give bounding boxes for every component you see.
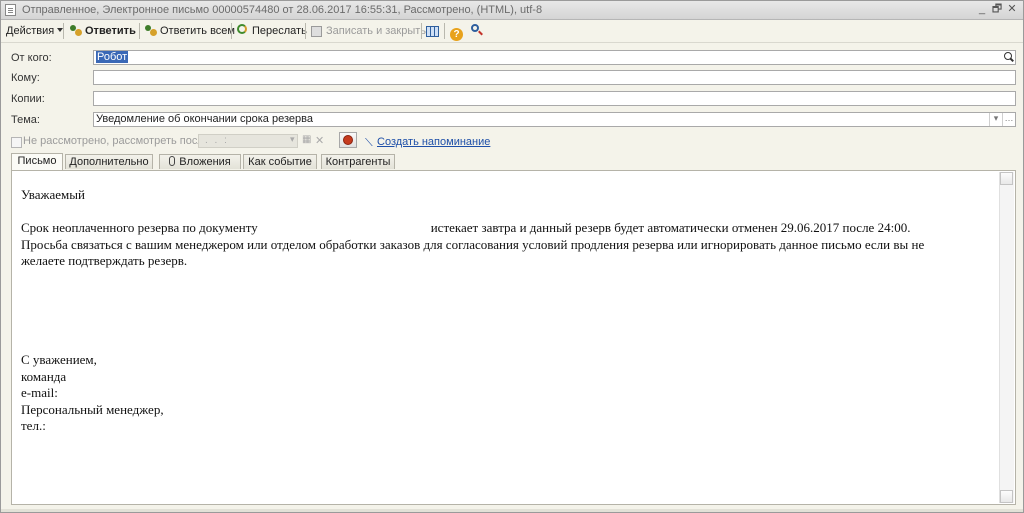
reply-all-label: Ответить всем <box>160 25 235 37</box>
letter-greeting: Уважаемый <box>21 187 85 202</box>
forward-button[interactable]: Переслать <box>236 23 307 39</box>
tab-counterparties[interactable]: Контрагенты <box>321 154 395 169</box>
from-label: От кого: <box>11 52 52 64</box>
bottom-border <box>1 509 1023 512</box>
signature-line-4: Персональный менеджер, <box>21 401 164 417</box>
find-button[interactable] <box>470 23 486 39</box>
letter-body: Уважаемый Срок неоплаченного резерва по … <box>21 187 996 435</box>
cc-field[interactable] <box>93 91 1016 106</box>
close-button[interactable]: ✕ <box>1005 3 1019 16</box>
date-dropdown-icon[interactable]: ▾ <box>290 134 295 145</box>
save-close-button[interactable]: Записать и закрыть <box>311 23 426 39</box>
search-icon[interactable] <box>1002 51 1015 64</box>
toolbar-separator <box>305 23 306 39</box>
toolbar-separator <box>421 23 422 39</box>
subject-value: Уведомление об окончании срока резерва <box>96 113 313 125</box>
cc-label: Копии: <box>11 93 45 105</box>
signature-line-3: e-mail: <box>21 385 58 400</box>
reply-label: Ответить <box>85 25 136 37</box>
reminder-label: Не рассмотрено, рассмотреть после: <box>23 135 213 147</box>
tab-letter[interactable]: Письмо <box>11 153 63 170</box>
email-window: Отправленное, Электронное письмо 0000057… <box>0 0 1024 513</box>
letter-line-3: желаете подтверждать резерв. <box>21 253 188 268</box>
table-icon <box>426 26 439 37</box>
toolbar-separator <box>139 23 140 39</box>
document-icon <box>5 4 16 16</box>
letter-line-1a: Срок неоплаченного резерва по документу <box>21 220 258 235</box>
from-field[interactable]: Робот <box>93 50 1016 65</box>
letter-line-1: Срок неоплаченного резерва по документу и… <box>21 220 996 237</box>
title-bar: Отправленное, Электронное письмо 0000057… <box>1 1 1023 20</box>
signature-line-2: команда <box>21 368 67 384</box>
scroll-up-button[interactable] <box>1000 172 1013 185</box>
create-reminder-link[interactable]: ⟍ Создать напоминание <box>365 136 491 149</box>
signature-line-5: тел.: <box>21 418 46 433</box>
tab-additional[interactable]: Дополнительно <box>65 154 153 169</box>
calendar-icon[interactable]: ▦ <box>302 134 311 145</box>
to-field[interactable] <box>93 70 1016 85</box>
scroll-down-button[interactable] <box>1000 490 1013 503</box>
actions-label: Действия <box>6 25 55 37</box>
tab-attachments[interactable]: Вложения <box>159 154 241 169</box>
subject-label: Тема: <box>11 114 40 126</box>
letter-line-2: Просьба связаться с вашим менеджером или… <box>21 236 925 252</box>
toolbar-separator <box>63 23 64 39</box>
forward-icon <box>236 23 250 37</box>
more-icon[interactable]: … <box>1002 113 1015 126</box>
restore-button[interactable]: 🗗 <box>990 3 1004 16</box>
minimize-button[interactable]: _ <box>975 3 989 16</box>
subject-field[interactable]: Уведомление об окончании срока резерва ▾… <box>93 112 1016 127</box>
actions-menu[interactable]: Действия <box>6 23 64 39</box>
reply-icon <box>69 23 83 37</box>
reply-all-icon <box>144 23 158 37</box>
forward-label: Переслать <box>252 25 307 37</box>
help-button[interactable]: ? <box>450 23 465 41</box>
toolbar-separator <box>444 23 445 39</box>
from-value: Робот <box>96 51 129 63</box>
create-reminder-label: Создать напоминание <box>377 136 491 148</box>
to-label: Кому: <box>11 72 40 84</box>
window-title: Отправленное, Электронное письмо 0000057… <box>22 4 543 16</box>
search-icon <box>470 23 484 37</box>
tab-as-event[interactable]: Как событие <box>243 154 317 169</box>
reminder-alarm-button[interactable] <box>339 132 357 148</box>
toolbar: Действия Ответить Ответить всем Переслат… <box>1 20 1023 43</box>
grid-button[interactable] <box>426 23 441 39</box>
chevron-down-icon[interactable]: ▾ <box>989 113 1002 126</box>
save-icon <box>311 26 322 37</box>
reminder-checkbox[interactable] <box>11 137 22 148</box>
toolbar-separator <box>231 23 232 39</box>
letter-pane[interactable]: Уважаемый Срок неоплаченного резерва по … <box>11 170 1016 505</box>
signature-line-1: С уважением, <box>21 352 97 367</box>
letter-line-1b: истекает завтра и данный резерв будет ав… <box>430 220 911 235</box>
save-close-label: Записать и закрыть <box>326 25 427 37</box>
reply-all-button[interactable]: Ответить всем <box>144 23 235 39</box>
help-icon: ? <box>450 28 463 41</box>
clear-icon[interactable]: ✕ <box>315 134 324 147</box>
link-arrow-icon: ⟍ <box>365 137 373 149</box>
reminder-date-field[interactable]: . . : <box>198 134 298 148</box>
tab-attachments-label: Вложения <box>179 156 231 168</box>
vertical-scrollbar[interactable] <box>999 172 1014 503</box>
reply-button[interactable]: Ответить <box>69 23 136 39</box>
subject-combo-buttons: ▾ … <box>989 113 1015 126</box>
paperclip-icon <box>169 156 176 166</box>
